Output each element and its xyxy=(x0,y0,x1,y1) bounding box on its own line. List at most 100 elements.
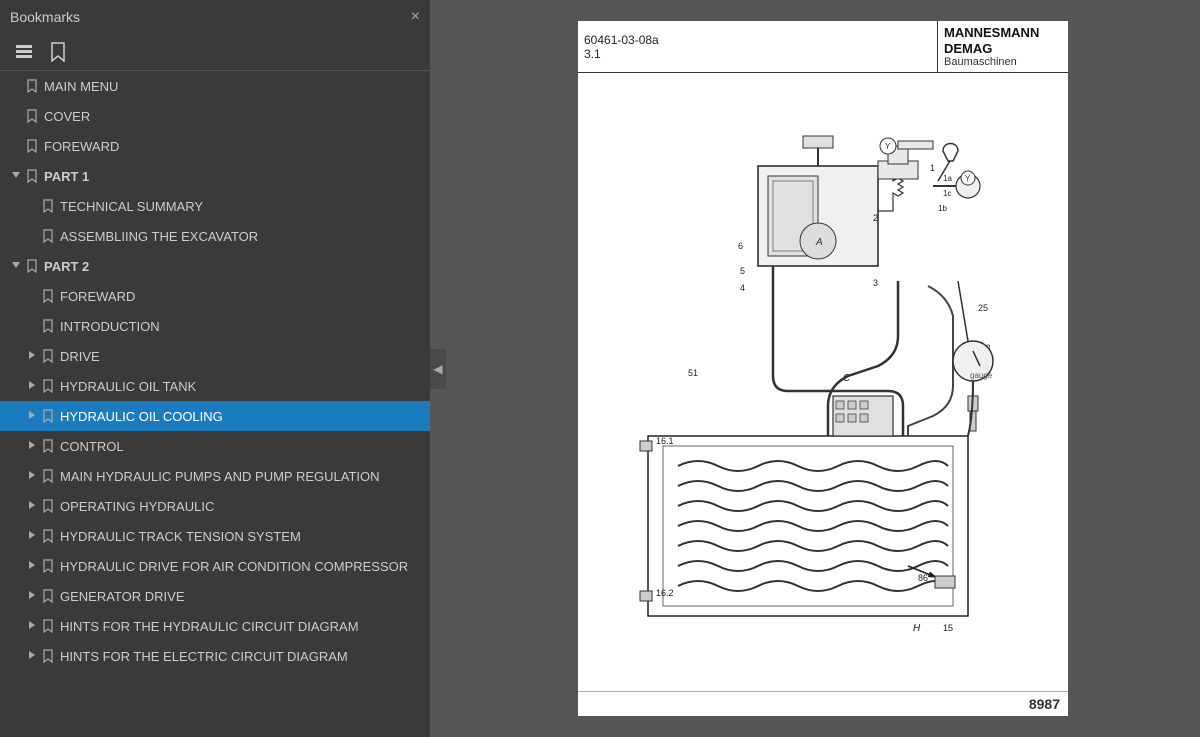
bookmark-item-main-hydraulic-pumps[interactable]: MAIN HYDRAULIC PUMPS AND PUMP REGULATION xyxy=(0,461,430,491)
schematic-svg: A Y Y xyxy=(588,81,1058,681)
doc-logo: MANNESMANN DEMAG Baumaschinen xyxy=(938,21,1068,72)
bookmark-label-hints-electric: HINTS FOR THE ELECTRIC CIRCUIT DIAGRAM xyxy=(60,649,422,664)
bookmark-label-drive: DRIVE xyxy=(60,349,422,364)
doc-logo-sub: Baumaschinen xyxy=(944,56,1017,68)
bookmark-icon-hydraulic-oil-tank xyxy=(40,379,56,393)
expand-arrow-hydraulic-drive-ac[interactable] xyxy=(24,560,40,573)
bookmark-item-hints-electric[interactable]: HINTS FOR THE ELECTRIC CIRCUIT DIAGRAM xyxy=(0,641,430,671)
bookmark-icon-main-hydraulic-pumps xyxy=(40,469,56,483)
bookmark-label-main-menu: MAIN MENU xyxy=(44,79,422,94)
bookmark-item-foreward-1[interactable]: FOREWARD xyxy=(0,131,430,161)
bookmark-icon-assembling xyxy=(40,229,56,243)
svg-text:6: 6 xyxy=(738,241,743,251)
svg-text:3: 3 xyxy=(873,278,878,288)
bookmark-item-assembling[interactable]: ASSEMBLIING THE EXCAVATOR xyxy=(0,221,430,251)
svg-text:gauge: gauge xyxy=(970,371,993,380)
bookmark-icon-cover xyxy=(24,109,40,123)
bookmarks-header: Bookmarks × xyxy=(0,0,430,34)
svg-text:86: 86 xyxy=(918,573,928,583)
bookmark-icon-part-1 xyxy=(24,169,40,183)
bookmark-item-technical-summary[interactable]: TECHNICAL SUMMARY xyxy=(0,191,430,221)
expand-arrow-main-hydraulic-pumps[interactable] xyxy=(24,470,40,483)
svg-text:H: H xyxy=(913,623,921,634)
bookmark-list[interactable]: MAIN MENU COVER FOREWARD PART 1 TECHNICA… xyxy=(0,71,430,737)
bookmarks-panel: Bookmarks × MAIN MENU COVER FOREWARD PAR… xyxy=(0,0,430,737)
expand-arrow-drive[interactable] xyxy=(24,350,40,363)
bookmark-item-cover[interactable]: COVER xyxy=(0,101,430,131)
bookmarks-title: Bookmarks xyxy=(10,9,80,25)
doc-logo-text: MANNESMANN DEMAG xyxy=(944,25,1039,56)
toolbar-row xyxy=(0,34,430,71)
bookmark-item-introduction[interactable]: INTRODUCTION xyxy=(0,311,430,341)
svg-text:2: 2 xyxy=(873,213,878,223)
bookmark-item-operating-hydraulic[interactable]: OPERATING HYDRAULIC xyxy=(0,491,430,521)
expand-arrow-operating-hydraulic[interactable] xyxy=(24,500,40,513)
bookmark-icon-part-2 xyxy=(24,259,40,273)
expand-arrow-generator-drive[interactable] xyxy=(24,590,40,603)
expand-arrow-part-2[interactable] xyxy=(8,260,24,273)
bookmark-icon-hydraulic-track xyxy=(40,529,56,543)
svg-text:16.2: 16.2 xyxy=(656,588,674,598)
bookmark-icon-hints-hydraulic xyxy=(40,619,56,633)
bookmark-item-hints-hydraulic[interactable]: HINTS FOR THE HYDRAULIC CIRCUIT DIAGRAM xyxy=(0,611,430,641)
bookmark-label-foreward-1: FOREWARD xyxy=(44,139,422,154)
expand-arrow-hints-hydraulic[interactable] xyxy=(24,620,40,633)
bookmark-icon-hydraulic-drive-ac xyxy=(40,559,56,573)
bookmark-label-hydraulic-oil-tank: HYDRAULIC OIL TANK xyxy=(60,379,422,394)
bookmark-icon-generator-drive xyxy=(40,589,56,603)
bookmark-icon-hydraulic-oil-cooling xyxy=(40,409,56,423)
svg-text:25: 25 xyxy=(978,303,988,313)
bookmark-label-introduction: INTRODUCTION xyxy=(60,319,422,334)
close-icon[interactable]: × xyxy=(411,8,420,26)
document-panel: ◀ 60461-03-08a 3.1 MANNESMANN DEMAG Baum… xyxy=(430,0,1200,737)
svg-text:A: A xyxy=(815,237,823,248)
bookmark-item-hydraulic-track[interactable]: HYDRAULIC TRACK TENSION SYSTEM xyxy=(0,521,430,551)
bookmark-view-button[interactable] xyxy=(46,40,70,64)
bookmark-label-control: CONTROL xyxy=(60,439,422,454)
svg-text:1b: 1b xyxy=(938,204,947,213)
bookmark-label-cover: COVER xyxy=(44,109,422,124)
bookmark-icon-drive xyxy=(40,349,56,363)
doc-ref-box: 60461-03-08a 3.1 xyxy=(578,21,938,72)
bookmark-item-hydraulic-oil-tank[interactable]: HYDRAULIC OIL TANK xyxy=(0,371,430,401)
bookmark-icon-technical-summary xyxy=(40,199,56,213)
svg-text:1: 1 xyxy=(930,163,935,173)
expand-arrow-hydraulic-track[interactable] xyxy=(24,530,40,543)
document-page: 60461-03-08a 3.1 MANNESMANN DEMAG Baumas… xyxy=(578,21,1068,716)
doc-footer-number: 8987 xyxy=(1029,696,1060,712)
expand-arrow-hydraulic-oil-tank[interactable] xyxy=(24,380,40,393)
bookmark-item-main-menu[interactable]: MAIN MENU xyxy=(0,71,430,101)
doc-footer: 8987 xyxy=(578,691,1068,716)
bookmark-item-control[interactable]: CONTROL xyxy=(0,431,430,461)
doc-ref-number: 60461-03-08a xyxy=(584,33,931,47)
bookmark-item-generator-drive[interactable]: GENERATOR DRIVE xyxy=(0,581,430,611)
doc-header: 60461-03-08a 3.1 MANNESMANN DEMAG Baumas… xyxy=(578,21,1068,73)
bookmark-label-generator-drive: GENERATOR DRIVE xyxy=(60,589,422,604)
doc-page-number: 3.1 xyxy=(584,47,931,61)
bookmark-label-technical-summary: TECHNICAL SUMMARY xyxy=(60,199,422,214)
svg-text:51: 51 xyxy=(688,368,698,378)
list-view-button[interactable] xyxy=(10,41,38,63)
bookmark-label-foreward-2: FOREWARD xyxy=(60,289,422,304)
bookmark-item-part-2[interactable]: PART 2 xyxy=(0,251,430,281)
bookmark-item-hydraulic-drive-ac[interactable]: HYDRAULIC DRIVE FOR AIR CONDITION COMPRE… xyxy=(0,551,430,581)
expand-arrow-hints-electric[interactable] xyxy=(24,650,40,663)
bookmark-label-assembling: ASSEMBLIING THE EXCAVATOR xyxy=(60,229,422,244)
bookmark-label-part-2: PART 2 xyxy=(44,259,422,274)
bookmark-item-drive[interactable]: DRIVE xyxy=(0,341,430,371)
svg-text:15: 15 xyxy=(943,623,953,633)
expand-arrow-hydraulic-oil-cooling[interactable] xyxy=(24,410,40,423)
bookmark-label-operating-hydraulic: OPERATING HYDRAULIC xyxy=(60,499,422,514)
bookmark-item-hydraulic-oil-cooling[interactable]: HYDRAULIC OIL COOLING xyxy=(0,401,430,431)
bookmark-icon-control xyxy=(40,439,56,453)
bookmark-item-foreward-2[interactable]: FOREWARD xyxy=(0,281,430,311)
svg-text:4: 4 xyxy=(740,283,745,293)
expand-arrow-control[interactable] xyxy=(24,440,40,453)
bookmark-label-hydraulic-oil-cooling: HYDRAULIC OIL COOLING xyxy=(60,409,422,424)
expand-arrow-part-1[interactable] xyxy=(8,170,24,183)
bookmark-label-hydraulic-track: HYDRAULIC TRACK TENSION SYSTEM xyxy=(60,529,422,544)
technical-drawing: A Y Y xyxy=(578,73,1068,688)
collapse-handle[interactable]: ◀ xyxy=(430,349,446,389)
bookmark-icon-introduction xyxy=(40,319,56,333)
bookmark-item-part-1[interactable]: PART 1 xyxy=(0,161,430,191)
